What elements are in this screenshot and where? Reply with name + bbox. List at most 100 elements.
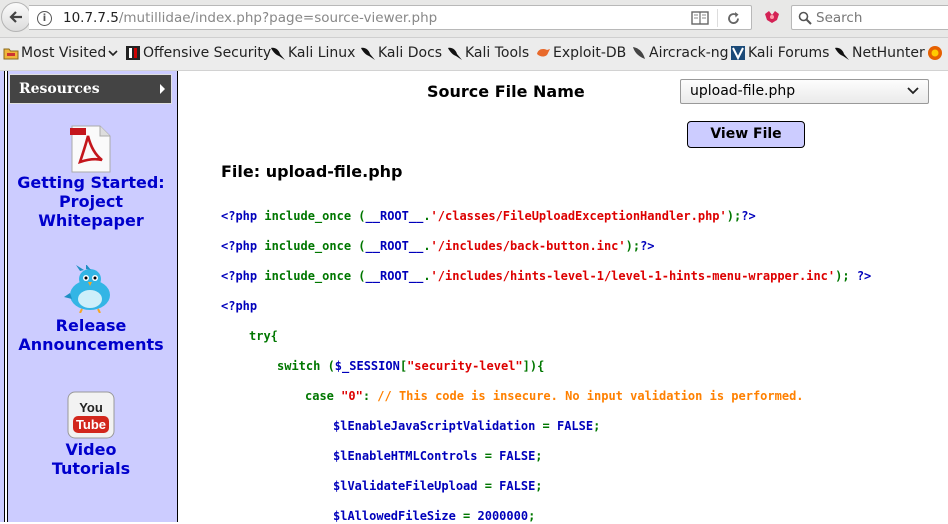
navigation-toolbar: i 10.7.7.5/mutillidae/index.php?page=sou… <box>0 0 948 38</box>
code-token: [ <box>399 359 408 373</box>
bookmark-nethunter[interactable]: NetHunter <box>834 45 925 63</box>
release-announcements-link[interactable]: Release Announcements <box>8 316 174 354</box>
code-token: "0" <box>341 389 363 403</box>
bookmarks-toolbar: Most Visited Offensive Security Kali Lin… <box>0 38 948 71</box>
bookmark-aircrack-ng[interactable]: Aircrack-ng <box>631 45 729 63</box>
code-token: ]){ <box>522 359 545 373</box>
code-token: include_once ( <box>264 269 366 283</box>
youtube-icon[interactable]: You Tube <box>67 391 115 439</box>
firefox-icon <box>928 46 942 60</box>
kali-dragon-icon <box>448 47 462 60</box>
twitter-bird-icon[interactable] <box>64 265 116 313</box>
code-line: case "0": // This code is insecure. No i… <box>305 389 804 404</box>
code-token: // This code is insecure. No input valid… <box>377 389 804 403</box>
selected-file: upload-file.php <box>690 83 796 99</box>
reader-view-icon[interactable] <box>691 11 709 25</box>
sidebar: Resources Getting Started: Project White… <box>0 71 178 522</box>
bookmark-most-visited[interactable]: Most Visited <box>3 45 120 63</box>
code-token: try{ <box>249 329 278 343</box>
source-file-label: Source File Name <box>427 82 585 101</box>
exploitdb-icon <box>537 49 550 57</box>
bookmark-kali-linux[interactable]: Kali Linux <box>270 45 355 63</box>
url-path: /mutillidae/index.php?page=source-viewer… <box>118 10 438 26</box>
code-token: __ROOT__ <box>365 239 424 253</box>
getting-started-link[interactable]: Getting Started: Project Whitepaper <box>8 173 174 230</box>
code-line: try{ <box>249 329 278 344</box>
back-arrow-icon <box>9 11 22 23</box>
code-token: include_once ( <box>264 239 366 253</box>
code-token: '/includes/back-button.inc' <box>430 239 626 253</box>
code-token: ; <box>593 419 601 433</box>
code-token: ; <box>528 509 536 523</box>
search-placeholder: Search <box>816 10 863 26</box>
code-token: include_once ( <box>264 209 366 223</box>
resources-label: Resources <box>19 81 100 97</box>
code-token: $lEnableHTMLControls <box>333 449 485 463</box>
code-token: $lEnableJavaScriptValidation <box>333 419 543 433</box>
code-token: <?php <box>221 299 258 313</box>
code-token: switch ( <box>277 359 335 373</box>
code-token: . <box>423 209 431 223</box>
code-line: $lEnableJavaScriptValidation = FALSE; <box>333 419 600 434</box>
code-token: . <box>423 269 431 283</box>
code-token: = <box>484 479 500 493</box>
code-token: : <box>362 389 378 403</box>
kali-forums-icon <box>731 46 745 61</box>
reload-icon[interactable] <box>726 11 741 26</box>
code-token: __ROOT__ <box>365 269 424 283</box>
code-token: ?> <box>640 239 655 253</box>
back-button[interactable] <box>1 2 31 32</box>
bookmark-kali-docs[interactable]: Kali Docs <box>360 45 442 63</box>
bookmark-overflow[interactable] <box>927 45 945 63</box>
code-token: 2000000 <box>477 509 529 523</box>
code-token: ; <box>535 479 543 493</box>
code-line: $lValidateFileUpload = FALSE; <box>333 479 543 494</box>
url-text[interactable]: 10.7.7.5/mutillidae/index.php?page=sourc… <box>63 10 437 26</box>
bookmark-offensive-security[interactable]: Offensive Security <box>125 45 271 63</box>
code-token: ?> <box>856 269 872 283</box>
aircrack-icon <box>633 47 645 59</box>
video-tutorials-link[interactable]: Video Tutorials <box>8 440 174 478</box>
code-token: ); <box>835 269 857 283</box>
code-token: ); <box>726 209 742 223</box>
main-content: Source File Name upload-file.php View Fi… <box>179 71 948 523</box>
code-token: <?php <box>221 209 265 223</box>
code-line: <?php include_once (__ROOT__.'/includes/… <box>221 239 655 254</box>
code-token: __ROOT__ <box>365 209 424 223</box>
code-token: '/classes/FileUploadExceptionHandler.php… <box>430 209 727 223</box>
bookmark-kali-forums[interactable]: Kali Forums <box>730 45 829 63</box>
url-separator <box>717 9 718 27</box>
code-token: ); <box>625 239 641 253</box>
chevron-down-icon <box>907 87 919 95</box>
code-token: $_SESSION <box>334 359 400 373</box>
chevron-down-icon <box>108 50 118 57</box>
bookmark-exploit-db[interactable]: Exploit-DB <box>535 45 626 63</box>
code-token: = <box>484 449 500 463</box>
search-icon <box>798 11 812 25</box>
bookmark-kali-tools[interactable]: Kali Tools <box>447 45 529 63</box>
search-field[interactable]: Search <box>791 5 948 30</box>
code-line: switch ($_SESSION["security-level"]){ <box>277 359 544 374</box>
chevron-right-icon <box>160 84 165 94</box>
bookmark-folder-icon <box>3 48 19 60</box>
code-token: = <box>463 509 478 523</box>
code-token: . <box>423 239 431 253</box>
source-file-select[interactable]: upload-file.php <box>680 79 929 104</box>
view-file-button[interactable]: View File <box>687 121 805 148</box>
code-token: case <box>305 389 342 403</box>
code-token: '/includes/hints-level-1/level-1-hints-m… <box>430 269 836 283</box>
code-line: <?php include_once (__ROOT__.'/includes/… <box>221 269 871 284</box>
url-field[interactable]: i 10.7.7.5/mutillidae/index.php?page=sou… <box>29 5 752 30</box>
code-token: <?php <box>221 239 265 253</box>
pocket-icon[interactable] <box>763 10 781 24</box>
code-line: <?php include_once (__ROOT__.'/classes/F… <box>221 209 756 224</box>
code-token: ; <box>535 449 543 463</box>
code-token: $lValidateFileUpload <box>333 479 485 493</box>
code-token: FALSE <box>556 419 594 433</box>
site-info-icon[interactable]: i <box>37 11 52 26</box>
resources-menu[interactable]: Resources <box>9 74 172 104</box>
svg-text:Tube: Tube <box>76 417 106 432</box>
pdf-icon[interactable] <box>68 124 114 174</box>
code-token: FALSE <box>499 479 536 493</box>
code-line: $lEnableHTMLControls = FALSE; <box>333 449 543 464</box>
